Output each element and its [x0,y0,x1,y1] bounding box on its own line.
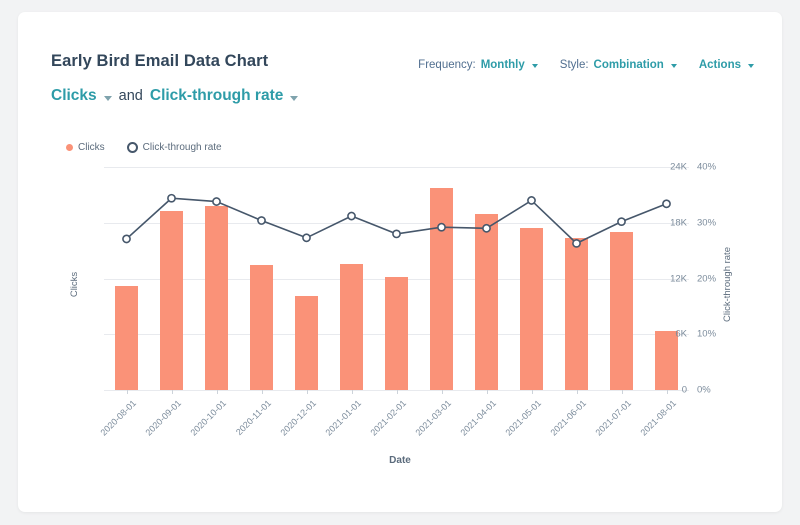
line-marker[interactable]: 2021-02-01: 28% [392,229,401,239]
y-axis-tick-label: 6K [675,328,687,340]
line-marker[interactable]: 2021-01-01: 31.2% [347,211,356,221]
click-through-rate-line: 2020-08-01: 27.1% 2020-09-01: 34.4% 2020-1… [122,193,671,248]
x-axis-tick-label: 2020-11-01 [233,398,273,438]
line-marker[interactable]: 2020-12-01: 27.3% [302,233,311,243]
y-axis-tick-label: 0 [681,384,687,396]
x-axis-tick-label: 2021-04-01 [457,398,498,438]
x-axis-tick [216,390,218,394]
x-axis-tick [351,390,353,394]
x-axis-tick [171,390,173,394]
x-axis-tick-label: 2021-02-01 [367,398,408,438]
x-axis-tick [396,390,398,394]
line-marker[interactable]: 2021-03-01: 29.2% [437,222,446,232]
y2-axis-tick-label: 10% [697,328,717,340]
y2-axis-tick-label: 40% [697,161,717,173]
y2-axis-tick-label: 30% [697,217,717,229]
x-axis-tick-label: 2021-05-01 [502,398,543,438]
x-axis-tick [306,390,308,394]
line-marker[interactable]: 2020-11-01: 30.4% [257,216,266,225]
x-axis-tick [441,390,443,394]
y-axis-tick-label: 18K [670,217,687,229]
line-marker[interactable]: 2020-09-01: 34.4% [167,193,176,203]
x-axis-tick [576,390,578,394]
x-axis-tick [261,390,263,394]
x-axis-tick [531,390,533,394]
x-axis-tick-label: 2021-03-01 [412,398,453,438]
x-axis-tick-label: 2020-08-01 [97,398,138,438]
x-axis-tick-label: 2021-07-01 [592,398,633,438]
x-axis-tick-label: 2021-01-01 [322,398,363,438]
y-axis-title-left: Clicks [69,271,81,298]
line-marker[interactable]: 2021-06-01: 26.3% [572,238,581,248]
line-marker[interactable]: 2021-05-01: 34% [527,196,536,205]
y2-axis-tick-label: 20% [697,273,717,284]
x-axis-tick-label: 2021-06-01 [547,398,588,438]
chart-plot-area: 2020-08-01: 27.1% 2020-09-01: 34.4% 2020-1… [18,12,782,512]
y-axis-tick-label: 12K [670,273,687,284]
line-marker[interactable]: 2020-10-01: 33.8% [212,197,221,206]
x-axis-tick-label: 2020-12-01 [277,398,318,438]
page-background: Early Bird Email Data Chart Frequency: M… [0,0,800,525]
x-axis-tick-label: 2020-10-01 [187,398,228,438]
line-marker[interactable]: 2021-07-01: 30.2% [617,217,626,227]
y-axis-tick-label: 24K [670,161,687,173]
x-axis-tick-label: 2020-09-01 [142,398,183,438]
x-axis-tick [666,390,668,394]
chart-card: Early Bird Email Data Chart Frequency: M… [18,12,782,512]
line-marker[interactable]: 2020-08-01: 27.1% [122,234,131,244]
line-marker[interactable]: 2021-04-01: 29% [482,223,491,233]
x-axis-tick [126,390,128,394]
y-axis-title-right: Click-through rate [721,247,733,322]
x-axis-title: Date [389,455,411,466]
y2-axis-tick-label: 0% [697,384,711,396]
line-marker[interactable]: 2021-08-01: 33.4% [662,199,671,209]
x-axis-tick [621,390,623,394]
x-axis-tick-label: 2021-08-01 [637,398,678,438]
x-axis-tick [486,390,488,394]
